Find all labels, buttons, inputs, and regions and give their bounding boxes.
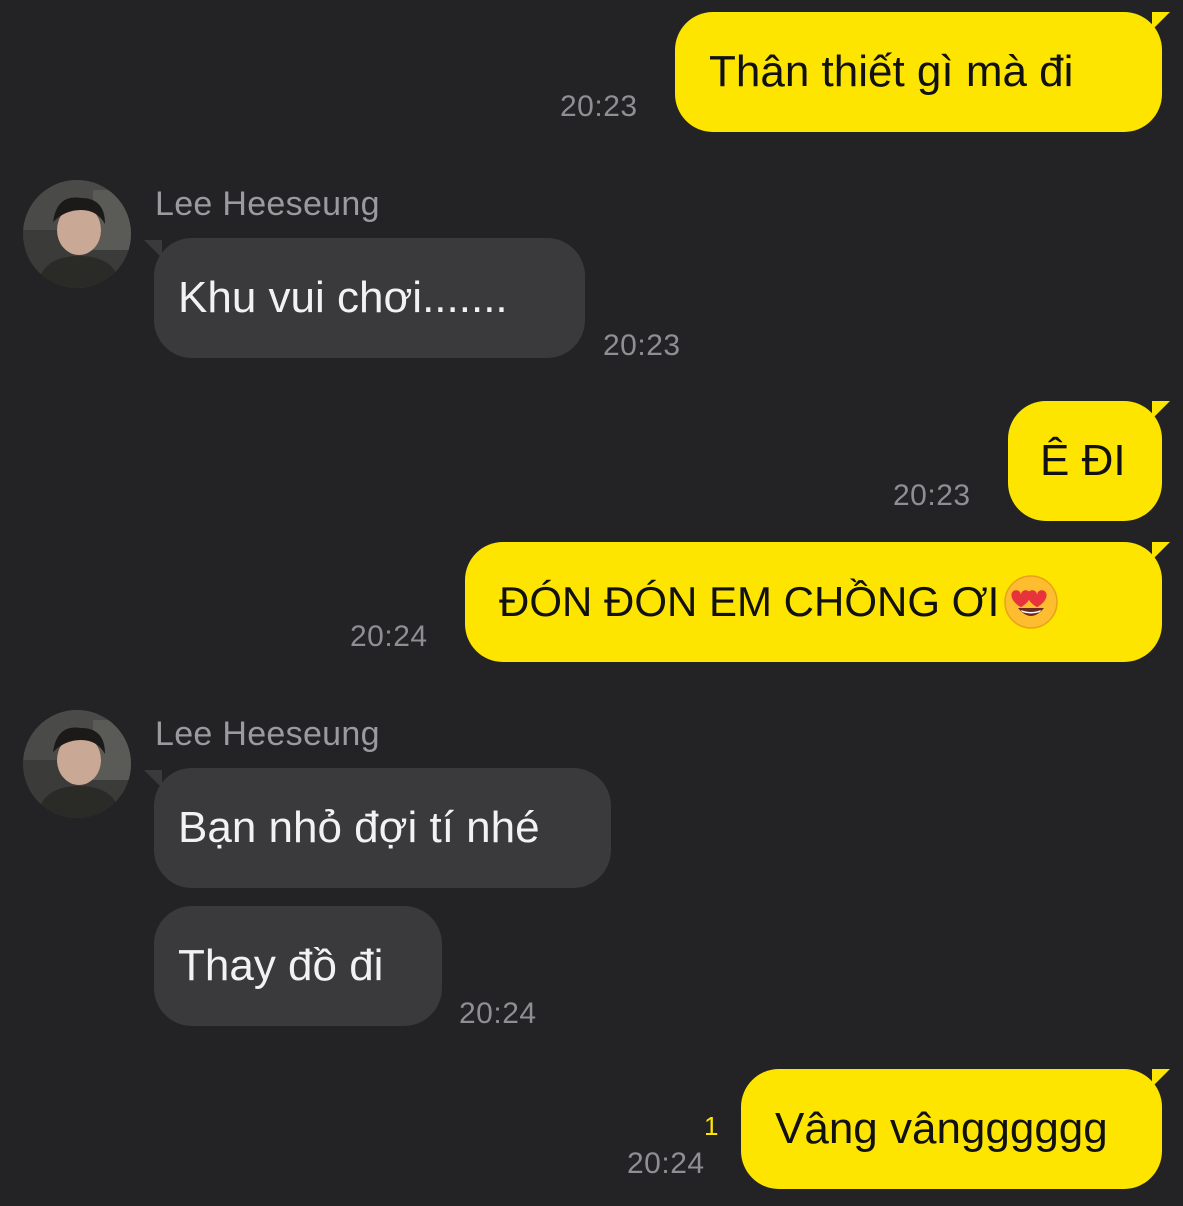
bubble-tail: [1152, 542, 1170, 560]
message-text: Thay đồ đi: [178, 941, 384, 990]
incoming-message-bubble[interactable]: Thay đồ đi: [154, 906, 442, 1026]
outgoing-message-bubble[interactable]: Ê ĐI: [1008, 401, 1162, 521]
contact-avatar[interactable]: [23, 180, 131, 288]
message-timestamp: 20:24: [627, 1147, 705, 1180]
heart-eyes-emoji-icon: [1004, 575, 1059, 629]
bubble-tail: [144, 770, 162, 788]
bubble-tail: [144, 240, 162, 258]
incoming-message-bubble[interactable]: Bạn nhỏ đợi tí nhé: [154, 768, 611, 888]
message-text: Vâng vângggggg: [775, 1104, 1108, 1153]
contact-avatar[interactable]: [23, 710, 131, 818]
unread-count: 1: [704, 1111, 719, 1141]
avatar-photo-icon: [23, 710, 131, 818]
avatar-photo-icon: [23, 180, 131, 288]
message-text: Khu vui chơi.......: [178, 273, 508, 322]
sender-name: Lee Heeseung: [155, 185, 380, 223]
message-text: Bạn nhỏ đợi tí nhé: [178, 803, 540, 852]
outgoing-message-bubble[interactable]: Vâng vângggggg: [741, 1069, 1162, 1189]
bubble-tail: [1152, 1069, 1170, 1087]
sender-name: Lee Heeseung: [155, 715, 380, 753]
chat-thread: Thân thiết gì mà đi 20:23 Lee Heeseung K…: [0, 0, 1183, 1206]
bubble-tail: [1152, 12, 1170, 30]
incoming-message-bubble[interactable]: Khu vui chơi.......: [154, 238, 585, 358]
message-timestamp: 20:24: [350, 620, 428, 653]
message-timestamp: 20:23: [603, 329, 681, 362]
outgoing-message-bubble[interactable]: Thân thiết gì mà đi: [675, 12, 1162, 132]
message-timestamp: 20:24: [459, 997, 537, 1030]
message-text: Thân thiết gì mà đi: [709, 47, 1074, 96]
message-timestamp: 20:23: [893, 479, 971, 512]
outgoing-message-bubble[interactable]: ĐÓN ĐÓN EM CHỒNG ƠI: [465, 542, 1162, 662]
bubble-tail: [1152, 401, 1170, 419]
message-text: Ê ĐI: [1040, 436, 1126, 485]
message-timestamp: 20:23: [560, 90, 638, 123]
message-text: ĐÓN ĐÓN EM CHỒNG ƠI: [499, 578, 1000, 625]
